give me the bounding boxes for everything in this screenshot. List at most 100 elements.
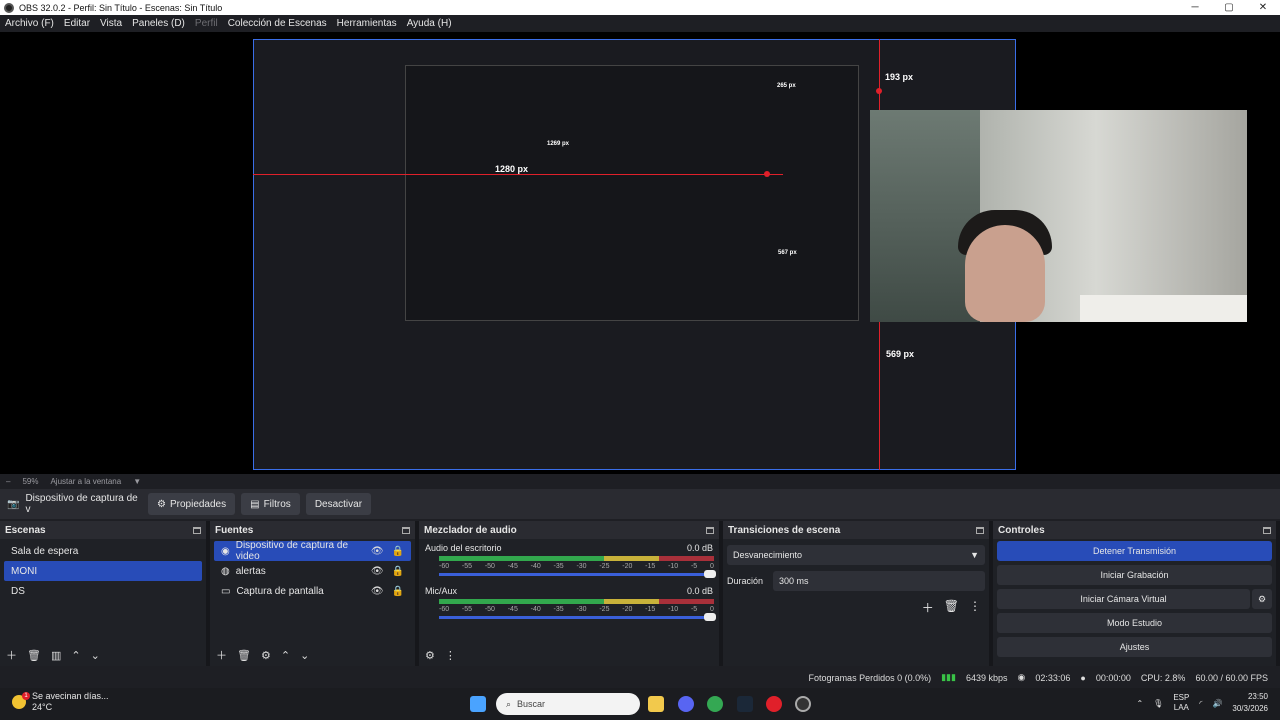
menu-tools[interactable]: Herramientas bbox=[337, 18, 397, 29]
virtual-cam-row: Iniciar Cámara Virtual ⚙ bbox=[993, 587, 1276, 611]
record-time: 00:00:00 bbox=[1095, 672, 1131, 683]
source-item[interactable]: ◍ alertas 👁 🔒 bbox=[214, 561, 411, 581]
transition-value: Desvanecimiento bbox=[733, 550, 803, 560]
scale-tick: -55 bbox=[461, 606, 473, 613]
filters-label: Filtros bbox=[263, 498, 291, 510]
clock-time: 23:50 bbox=[1247, 692, 1268, 701]
start-recording-button[interactable]: Iniciar Grabación bbox=[997, 565, 1272, 585]
chevron-up-icon[interactable]: ⌃ bbox=[281, 649, 290, 662]
eye-icon[interactable]: 👁 bbox=[371, 586, 384, 597]
undock-icon[interactable] bbox=[193, 526, 201, 534]
menu-file[interactable]: Archivo (F) bbox=[5, 18, 54, 29]
source-item[interactable]: ▭ Captura de pantalla 👁 🔒 bbox=[214, 581, 411, 601]
preview-canvas[interactable]: 193 px 1280 px 569 px 265 px 1269 px 567… bbox=[0, 32, 1280, 474]
trash-icon[interactable]: 🗑 bbox=[237, 649, 251, 662]
add-icon[interactable]: ＋ bbox=[922, 599, 934, 616]
microphone-icon[interactable]: 🎙 bbox=[1153, 699, 1163, 708]
more-options-icon[interactable]: ⋮ bbox=[445, 649, 456, 662]
start-virtual-camera-button[interactable]: Iniciar Cámara Virtual bbox=[997, 589, 1250, 609]
scene-item[interactable]: MONI bbox=[4, 561, 202, 581]
settings-button[interactable]: Ajustes bbox=[997, 637, 1272, 657]
speaker-icon[interactable]: 🔊 bbox=[1212, 699, 1222, 708]
weather-widget[interactable]: 1 Se avecinan días... 24°C bbox=[12, 691, 109, 713]
menu-view[interactable]: Vista bbox=[100, 18, 122, 29]
wifi-icon[interactable]: ◜ bbox=[1199, 699, 1202, 708]
trash-icon[interactable]: 🗑 bbox=[27, 649, 41, 662]
menu-edit[interactable]: Editar bbox=[64, 18, 90, 29]
volume-slider[interactable] bbox=[439, 613, 716, 621]
channel-level: 0.0 dB bbox=[686, 586, 713, 596]
webcam-source[interactable] bbox=[870, 110, 1247, 322]
add-icon[interactable]: ＋ bbox=[216, 647, 227, 663]
duration-input[interactable]: 300 ms bbox=[773, 571, 985, 591]
studio-mode-button[interactable]: Modo Estudio bbox=[997, 613, 1272, 633]
mixer-settings-icon[interactable]: ⚙ bbox=[425, 649, 435, 662]
properties-label: Propiedades bbox=[169, 498, 227, 510]
eye-icon[interactable]: 👁 bbox=[371, 566, 384, 577]
media-player-icon[interactable] bbox=[766, 696, 782, 712]
scene-item[interactable]: Sala de espera bbox=[4, 541, 202, 561]
lock-icon[interactable]: 🔒 bbox=[392, 546, 404, 557]
discord-icon[interactable] bbox=[678, 696, 694, 712]
mixer-title: Mezclador de audio bbox=[424, 524, 517, 536]
add-icon[interactable]: ＋ bbox=[6, 647, 17, 663]
menu-profile[interactable]: Perfil bbox=[195, 18, 218, 29]
volume-meter bbox=[439, 556, 714, 561]
undock-icon[interactable] bbox=[402, 526, 410, 534]
scenes-dock: Escenas Sala de espera MONI DS ＋ 🗑 ▥ ⌃ ⌄ bbox=[0, 521, 206, 666]
guide-handle[interactable] bbox=[764, 171, 770, 177]
undock-icon[interactable] bbox=[1263, 526, 1271, 534]
chevron-down-icon[interactable]: ⌄ bbox=[91, 649, 100, 662]
virtual-camera-settings-icon[interactable]: ⚙ bbox=[1252, 589, 1272, 609]
scale-tick: -50 bbox=[484, 606, 495, 613]
filters-button[interactable]: ▤ Filtros bbox=[241, 493, 300, 515]
volume-slider-handle[interactable] bbox=[704, 613, 716, 621]
file-explorer-icon[interactable] bbox=[648, 696, 664, 712]
chevron-down-icon[interactable]: ▼ bbox=[133, 477, 141, 486]
gear-icon[interactable]: ⚙ bbox=[261, 649, 271, 662]
chevron-down-icon[interactable]: ⌄ bbox=[300, 649, 309, 662]
properties-button[interactable]: ⚙ Propiedades bbox=[148, 493, 236, 515]
filter-icon[interactable]: ▥ bbox=[51, 649, 61, 662]
source-item[interactable]: ◉ Dispositivo de captura de video 👁 🔒 bbox=[214, 540, 411, 562]
gear-icon: ⚙ bbox=[157, 498, 166, 510]
chrome-icon[interactable] bbox=[707, 696, 723, 712]
close-button[interactable]: ✕ bbox=[1246, 0, 1280, 15]
chevron-up-icon[interactable]: ⌃ bbox=[71, 649, 80, 662]
volume-slider[interactable] bbox=[439, 570, 716, 578]
scale-tick: -50 bbox=[484, 563, 495, 570]
undock-icon[interactable] bbox=[706, 526, 714, 534]
obs-taskbar-icon[interactable] bbox=[795, 696, 811, 712]
transition-select[interactable]: Desvanecimiento ▼ bbox=[727, 545, 985, 565]
maximize-button[interactable]: ▢ bbox=[1212, 0, 1246, 15]
meter-scale: -60 -55 -50 -45 -40 -35 -30 -25 -20 -15 -10 -5 0 bbox=[439, 563, 714, 570]
steam-icon[interactable] bbox=[737, 696, 753, 712]
trash-icon[interactable]: 🗑 bbox=[944, 599, 959, 616]
zoom-out-button[interactable]: – bbox=[6, 477, 10, 486]
volume-slider-handle[interactable] bbox=[704, 570, 716, 578]
zoom-value[interactable]: 59% bbox=[22, 477, 38, 486]
more-options-icon[interactable]: ⋮ bbox=[969, 599, 981, 616]
fit-to-window-button[interactable]: Ajustar a la ventana bbox=[50, 477, 121, 486]
clock[interactable]: 23:50 30/3/2026 bbox=[1232, 691, 1268, 715]
menu-help[interactable]: Ayuda (H) bbox=[407, 18, 452, 29]
minimize-button[interactable]: ─ bbox=[1178, 0, 1212, 15]
guide-handle[interactable] bbox=[876, 88, 882, 94]
deactivate-button[interactable]: Desactivar bbox=[305, 493, 372, 515]
undock-icon[interactable] bbox=[976, 526, 984, 534]
taskbar-search[interactable]: ⌕ Buscar bbox=[496, 693, 640, 715]
windows-start-icon[interactable] bbox=[470, 696, 486, 712]
language-indicator[interactable]: ESP LAA bbox=[1173, 693, 1189, 713]
nested-preview bbox=[405, 65, 859, 321]
menu-docks[interactable]: Paneles (D) bbox=[132, 18, 185, 29]
volume-meter bbox=[439, 599, 714, 604]
lock-icon[interactable]: 🔒 bbox=[392, 586, 404, 597]
lock-icon[interactable]: 🔒 bbox=[392, 566, 404, 577]
chevron-up-icon[interactable]: ⌃ bbox=[1136, 699, 1143, 708]
stop-streaming-button[interactable]: Detener Transmisión bbox=[997, 541, 1272, 561]
menu-scene-collection[interactable]: Colección de Escenas bbox=[228, 18, 327, 29]
eye-icon[interactable]: 👁 bbox=[371, 546, 384, 557]
scene-item[interactable]: DS bbox=[4, 581, 202, 601]
transitions-title: Transiciones de escena bbox=[728, 524, 841, 536]
source-label: Captura de pantalla bbox=[236, 585, 324, 597]
